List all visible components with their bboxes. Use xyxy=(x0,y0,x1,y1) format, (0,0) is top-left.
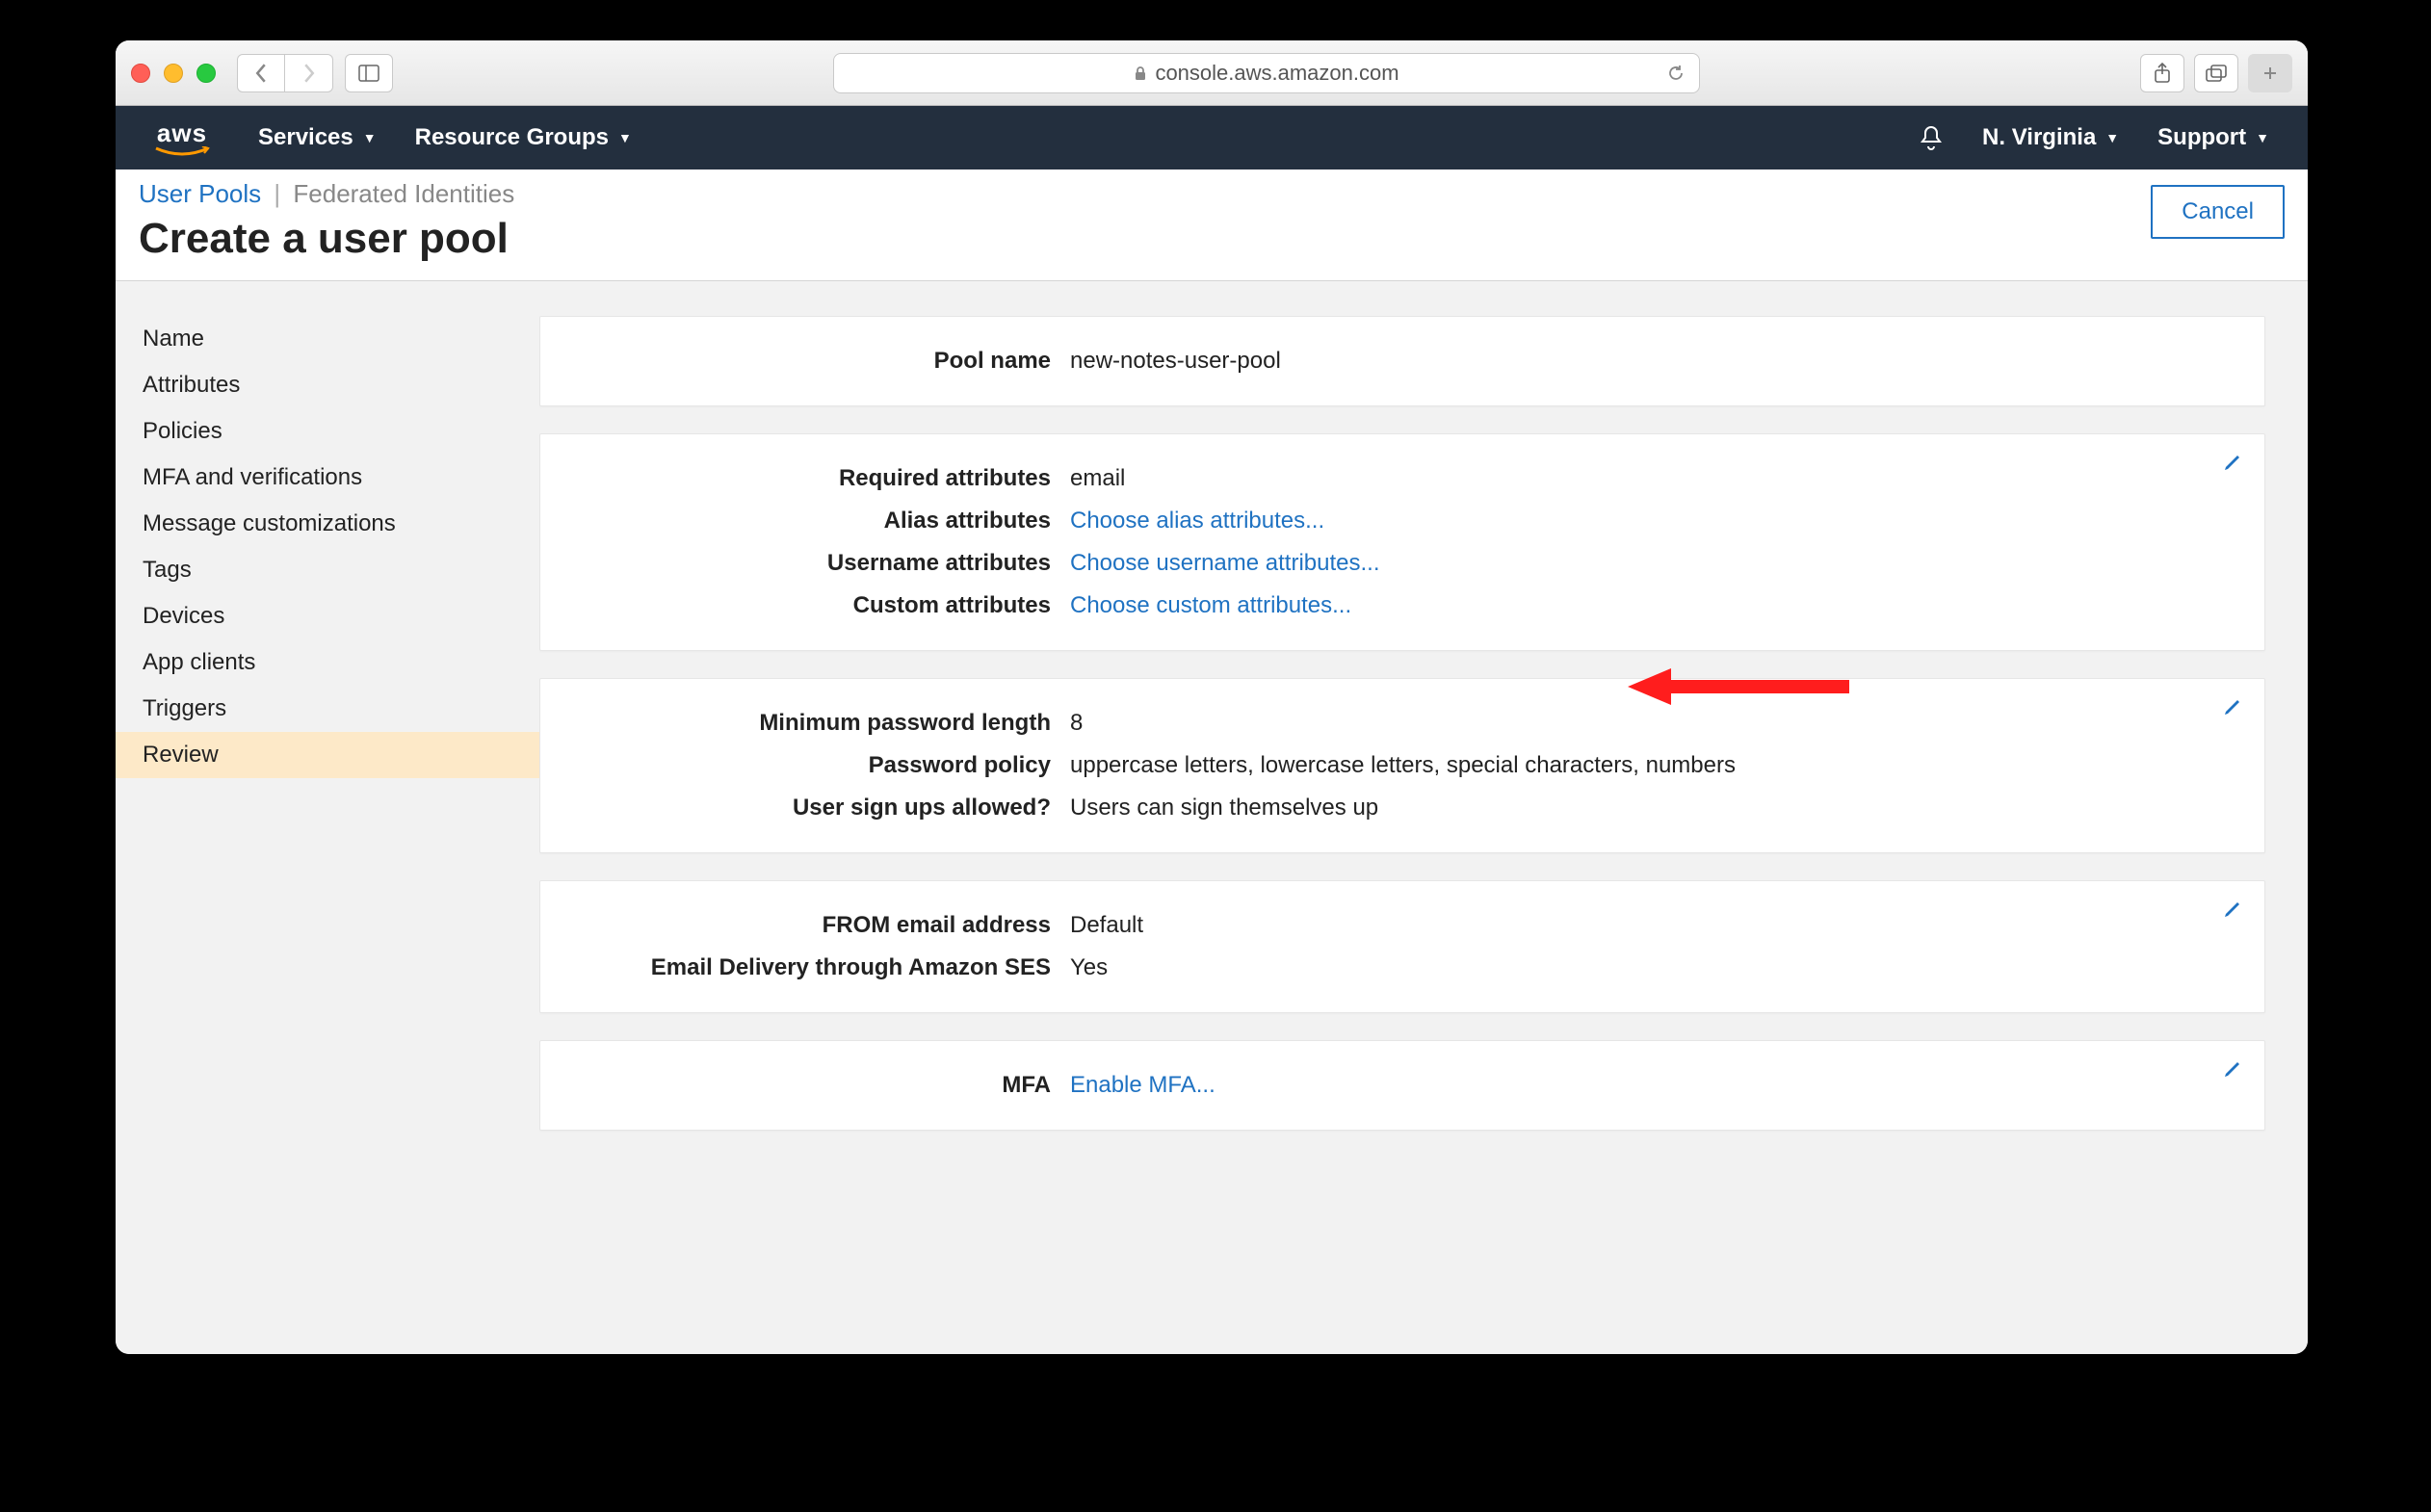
pencil-icon xyxy=(2222,450,2245,473)
lock-icon xyxy=(1134,65,1147,81)
card-attributes: Required attributes email Alias attribut… xyxy=(539,433,2265,651)
sidebar-item-message-customizations[interactable]: Message customizations xyxy=(116,501,539,547)
tabs-button[interactable] xyxy=(2194,54,2238,92)
label-password-policy: Password policy xyxy=(569,752,1070,779)
label-mfa: MFA xyxy=(569,1072,1070,1099)
sidebar-item-triggers[interactable]: Triggers xyxy=(116,686,539,732)
notifications-button[interactable] xyxy=(1919,124,1944,151)
fullscreen-window-button[interactable] xyxy=(196,64,216,83)
back-button[interactable] xyxy=(237,54,285,92)
value-password-policy: uppercase letters, lowercase letters, sp… xyxy=(1070,752,1736,779)
cancel-button[interactable]: Cancel xyxy=(2151,185,2285,239)
value-from-email: Default xyxy=(1070,912,1143,939)
value-min-password-length: 8 xyxy=(1070,710,1083,737)
address-text: console.aws.amazon.com xyxy=(1155,61,1398,86)
tab-federated-identities[interactable]: Federated Identities xyxy=(293,179,514,208)
region-menu[interactable]: N. Virginia ▼ xyxy=(1982,124,2119,151)
edit-attributes-button[interactable] xyxy=(2222,450,2245,473)
label-required-attributes: Required attributes xyxy=(569,465,1070,492)
chevron-down-icon: ▼ xyxy=(2105,130,2119,145)
value-required-attributes: email xyxy=(1070,465,1125,492)
page-subheader: User Pools | Federated Identities Create… xyxy=(116,169,2308,281)
value-ses-delivery: Yes xyxy=(1070,954,1108,981)
sidebar-toggle-button[interactable] xyxy=(345,54,393,92)
label-signups-allowed: User sign ups allowed? xyxy=(569,795,1070,821)
edit-policies-button[interactable] xyxy=(2222,694,2245,717)
services-menu[interactable]: Services ▼ xyxy=(258,124,377,151)
label-alias-attributes: Alias attributes xyxy=(569,508,1070,534)
sidebar-item-tags[interactable]: Tags xyxy=(116,547,539,593)
sidebar-item-name[interactable]: Name xyxy=(116,316,539,362)
chevron-down-icon: ▼ xyxy=(618,130,632,145)
sidebar-item-app-clients[interactable]: App clients xyxy=(116,639,539,686)
resource-groups-menu[interactable]: Resource Groups ▼ xyxy=(415,124,632,151)
aws-top-nav: aws Services ▼ Resource Groups ▼ N. Virg xyxy=(116,106,2308,169)
nav-buttons xyxy=(237,54,333,92)
sidebar-item-policies[interactable]: Policies xyxy=(116,408,539,455)
aws-logo[interactable]: aws xyxy=(154,118,210,158)
label-username-attributes: Username attributes xyxy=(569,550,1070,577)
label-custom-attributes: Custom attributes xyxy=(569,592,1070,619)
label-ses-delivery: Email Delivery through Amazon SES xyxy=(569,954,1070,981)
chevron-down-icon: ▼ xyxy=(2256,130,2269,145)
label-from-email: FROM email address xyxy=(569,912,1070,939)
wizard-sidebar: NameAttributesPoliciesMFA and verificati… xyxy=(116,281,539,1354)
link-choose-alias-attributes[interactable]: Choose alias attributes... xyxy=(1070,508,1324,534)
pencil-icon xyxy=(2222,897,2245,920)
card-mfa: MFA Enable MFA... xyxy=(539,1040,2265,1131)
window-controls xyxy=(131,64,216,83)
close-window-button[interactable] xyxy=(131,64,150,83)
browser-toolbar: console.aws.amazon.com xyxy=(116,40,2308,106)
breadcrumb-tabs: User Pools | Federated Identities xyxy=(139,179,514,209)
link-choose-username-attributes[interactable]: Choose username attributes... xyxy=(1070,550,1380,577)
pencil-icon xyxy=(2222,694,2245,717)
body-area: NameAttributesPoliciesMFA and verificati… xyxy=(116,281,2308,1354)
value-pool-name: new-notes-user-pool xyxy=(1070,348,1281,375)
new-tab-button[interactable] xyxy=(2248,54,2292,92)
value-signups-allowed: Users can sign themselves up xyxy=(1070,795,1378,821)
tab-user-pools[interactable]: User Pools xyxy=(139,179,261,208)
address-bar[interactable]: console.aws.amazon.com xyxy=(833,53,1700,93)
label-pool-name: Pool name xyxy=(569,348,1070,375)
reload-button[interactable] xyxy=(1666,64,1686,83)
card-policies: Minimum password length 8 Password polic… xyxy=(539,678,2265,853)
minimize-window-button[interactable] xyxy=(164,64,183,83)
sidebar-item-devices[interactable]: Devices xyxy=(116,593,539,639)
card-pool-name: Pool name new-notes-user-pool xyxy=(539,316,2265,406)
browser-right-controls xyxy=(2140,54,2292,92)
label-min-password-length: Minimum password length xyxy=(569,710,1070,737)
sidebar-item-attributes[interactable]: Attributes xyxy=(116,362,539,408)
support-menu[interactable]: Support ▼ xyxy=(2157,124,2269,151)
link-choose-custom-attributes[interactable]: Choose custom attributes... xyxy=(1070,592,1351,619)
chevron-down-icon: ▼ xyxy=(363,130,377,145)
edit-mfa-button[interactable] xyxy=(2222,1056,2245,1080)
edit-email-button[interactable] xyxy=(2222,897,2245,920)
card-email: FROM email address Default Email Deliver… xyxy=(539,880,2265,1013)
page-title: Create a user pool xyxy=(139,215,514,263)
link-enable-mfa[interactable]: Enable MFA... xyxy=(1070,1072,1216,1099)
pencil-icon xyxy=(2222,1056,2245,1080)
browser-window: console.aws.amazon.com aws xyxy=(116,40,2308,1354)
review-content: Pool name new-notes-user-pool Required a… xyxy=(539,281,2308,1354)
sidebar-item-mfa-and-verifications[interactable]: MFA and verifications xyxy=(116,455,539,501)
sidebar-item-review[interactable]: Review xyxy=(116,732,539,778)
share-button[interactable] xyxy=(2140,54,2184,92)
aws-smile-icon xyxy=(154,146,210,158)
forward-button[interactable] xyxy=(285,54,333,92)
bell-icon xyxy=(1919,124,1944,151)
